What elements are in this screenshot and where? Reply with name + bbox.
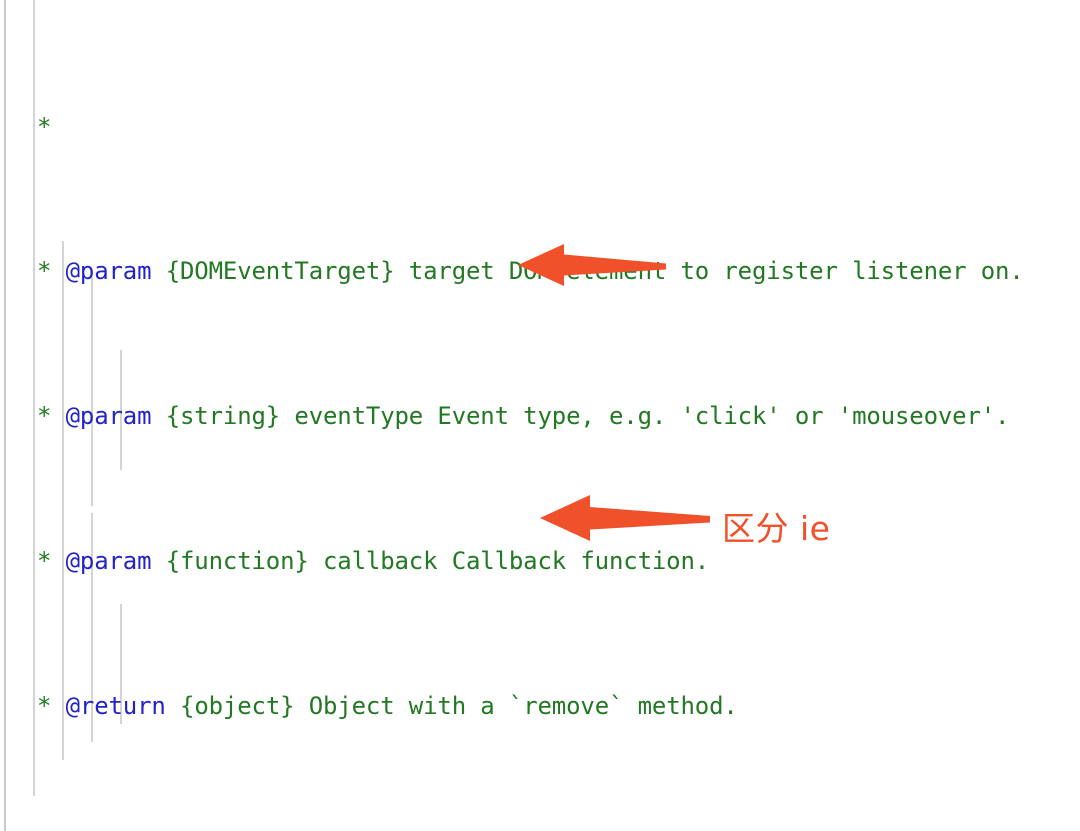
code-token-comment: * xyxy=(37,402,66,431)
code-token-comment: {function} callback Callback function. xyxy=(151,547,710,575)
code-token-doctag: @return xyxy=(65,691,166,720)
code-line: * @param {DOMEventTarget} target DOM ele… xyxy=(0,253,1080,289)
code-token-comment: {DOMEventTarget} target DOM element to r… xyxy=(151,257,1024,286)
code-token-comment: * xyxy=(37,547,66,575)
code-line: * @param {string} eventType Event type, … xyxy=(0,398,1080,434)
code-line: * xyxy=(0,109,1080,145)
code-token-doctag: @param xyxy=(65,257,152,286)
code-editor-screenshot: * * @param {DOMEventTarget} target DOM e… xyxy=(0,0,1080,831)
code-token-comment: {string} eventType Event type, e.g. 'cli… xyxy=(151,402,1010,431)
code-token-comment: {object} Object with a `remove` method. xyxy=(165,691,738,720)
code-token-doctag: @param xyxy=(65,402,152,431)
code-token-comment: * xyxy=(37,691,66,720)
code-token-comment: * xyxy=(37,112,52,141)
code-token-doctag: @param xyxy=(65,547,152,575)
code-line: * @return {object} Object with a `remove… xyxy=(0,688,1080,724)
code-token-comment: * xyxy=(37,257,66,286)
code-line: * @param {function} callback Callback fu… xyxy=(0,543,1080,579)
code-content[interactable]: * * @param {DOMEventTarget} target DOM e… xyxy=(0,0,1080,831)
